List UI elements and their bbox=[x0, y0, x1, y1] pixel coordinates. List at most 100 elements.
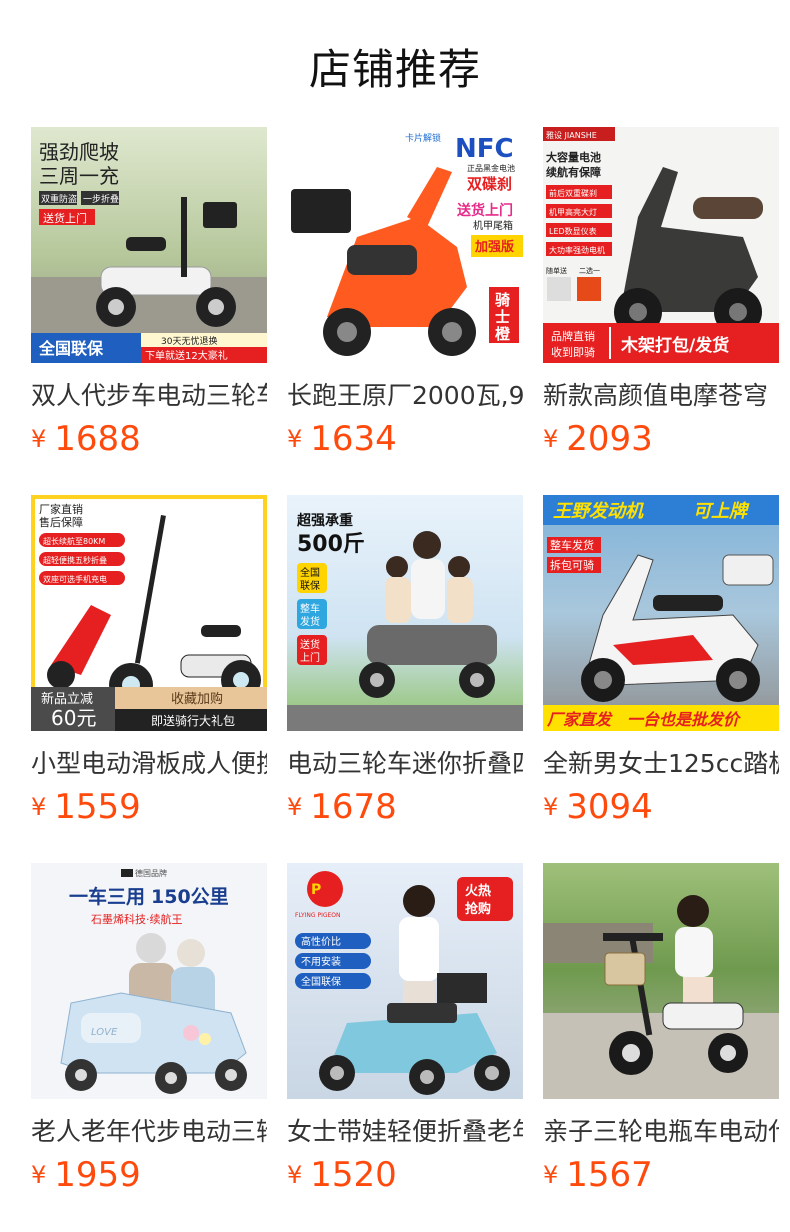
product-card[interactable]: 厂家直销 售后保障 超长续航至80KM 超轻便携五秒折叠 双座可选手机充电 新品… bbox=[31, 495, 267, 827]
svg-text:一台也是批发价: 一台也是批发价 bbox=[627, 710, 742, 729]
svg-text:不用安装: 不用安装 bbox=[301, 955, 341, 968]
product-card[interactable]: P FLYING PIGEON 火热 抢购 高性价比 不用安装 全国联保 女士带… bbox=[287, 863, 523, 1195]
svg-text:P: P bbox=[311, 882, 321, 898]
product-name[interactable]: 电动三轮车迷你折叠四 bbox=[287, 746, 523, 782]
currency-symbol: ¥ bbox=[287, 425, 303, 453]
svg-text:前后双重碟刹: 前后双重碟刹 bbox=[549, 188, 597, 198]
svg-text:150公里: 150公里 bbox=[151, 886, 229, 908]
price-value: 1559 bbox=[54, 787, 141, 827]
svg-text:全国: 全国 bbox=[300, 566, 320, 579]
currency-symbol: ¥ bbox=[287, 1161, 303, 1189]
product-image[interactable]: 厂家直销 售后保障 超长续航至80KM 超轻便携五秒折叠 双座可选手机充电 新品… bbox=[31, 495, 267, 731]
svg-text:加强版: 加强版 bbox=[474, 239, 514, 255]
svg-text:抢购: 抢购 bbox=[465, 901, 491, 917]
svg-text:一步折叠: 一步折叠 bbox=[83, 193, 119, 205]
svg-text:送货: 送货 bbox=[300, 638, 320, 651]
svg-text:NFC: NFC bbox=[455, 134, 514, 164]
svg-text:整车: 整车 bbox=[300, 602, 320, 615]
svg-text:整车发货: 整车发货 bbox=[550, 538, 594, 552]
currency-symbol: ¥ bbox=[543, 793, 559, 821]
svg-text:机甲尾箱: 机甲尾箱 bbox=[473, 219, 513, 232]
svg-text:FLYING PIGEON: FLYING PIGEON bbox=[295, 912, 341, 919]
svg-text:卡片解锁: 卡片解锁 bbox=[405, 132, 441, 144]
product-image[interactable]: P FLYING PIGEON 火热 抢购 高性价比 不用安装 全国联保 bbox=[287, 863, 523, 1099]
product-image[interactable]: 德国品牌 一车三用 150公里 石墨烯科技·续航王 LOVE bbox=[31, 863, 267, 1099]
svg-text:机甲高亮大灯: 机甲高亮大灯 bbox=[549, 207, 597, 217]
product-name[interactable]: 双人代步车电动三轮车 bbox=[31, 378, 267, 414]
product-photo-parent-child-tricycle bbox=[543, 863, 779, 1099]
currency-symbol: ¥ bbox=[31, 425, 47, 453]
svg-text:500斤: 500斤 bbox=[297, 532, 365, 557]
product-name[interactable]: 新款高颜值电摩苍穹 bbox=[543, 378, 779, 414]
currency-symbol: ¥ bbox=[287, 793, 303, 821]
svg-text:LOVE: LOVE bbox=[91, 1027, 118, 1038]
product-photo-orange-scooter: 卡片解锁 NFC 正品黑金电池 双碟刹 送货上门 机甲尾箱 加强版 骑 士 橙 bbox=[287, 127, 523, 363]
svg-text:全国联保: 全国联保 bbox=[301, 975, 341, 988]
svg-text:高性价比: 高性价比 bbox=[301, 935, 341, 948]
product-name[interactable]: 长跑王原厂2000瓦,96V bbox=[287, 378, 523, 414]
svg-text:一车三用: 一车三用 bbox=[69, 885, 145, 908]
product-price: ¥2093 bbox=[543, 416, 779, 462]
svg-text:上门: 上门 bbox=[300, 651, 320, 664]
svg-text:发货: 发货 bbox=[300, 615, 320, 628]
svg-text:三周一充: 三周一充 bbox=[39, 164, 119, 188]
svg-text:收藏加购: 收藏加购 bbox=[171, 691, 223, 707]
product-price: ¥1559 bbox=[31, 784, 267, 830]
price-value: 1520 bbox=[310, 1155, 397, 1195]
product-card[interactable]: 德国品牌 一车三用 150公里 石墨烯科技·续航王 LOVE 老人老年代步电动三… bbox=[31, 863, 267, 1195]
product-card[interactable]: 强劲爬坡 三周一充 双重防盗 一步折叠 送货上门 全国联保 30天无忧退换 下单… bbox=[31, 127, 267, 459]
product-price: ¥1520 bbox=[287, 1152, 523, 1198]
product-name[interactable]: 全新男女士125cc踏板 bbox=[543, 746, 779, 782]
svg-text:木架打包/发货: 木架打包/发货 bbox=[620, 335, 729, 356]
product-name[interactable]: 老人老年代步电动三轮 bbox=[31, 1114, 267, 1150]
product-price: ¥1688 bbox=[31, 416, 267, 462]
product-image[interactable]: 王野发动机 可上牌 整车发货 拆包可骑 厂家直发 一台也是批发价 bbox=[543, 495, 779, 731]
svg-text:厂家直发: 厂家直发 bbox=[546, 710, 613, 729]
svg-text:火热: 火热 bbox=[465, 883, 491, 899]
product-photo-women-tricycle: P FLYING PIGEON 火热 抢购 高性价比 不用安装 全国联保 bbox=[287, 863, 523, 1099]
price-value: 1678 bbox=[310, 787, 397, 827]
product-price: ¥1634 bbox=[287, 416, 523, 462]
product-name[interactable]: 女士带娃轻便折叠老年 bbox=[287, 1114, 523, 1150]
svg-text:收到即骑: 收到即骑 bbox=[551, 345, 595, 359]
product-card[interactable]: 雅设 JIANSHE 大容量电池 续航有保障 前后双重碟刹 机甲高亮大灯 LED… bbox=[543, 127, 779, 459]
svg-text:送货上门: 送货上门 bbox=[43, 211, 87, 225]
svg-text:30天无忧退换: 30天无忧退换 bbox=[161, 335, 217, 347]
svg-text:拆包可骑: 拆包可骑 bbox=[550, 558, 594, 572]
svg-text:雅设 JIANSHE: 雅设 JIANSHE bbox=[546, 130, 597, 140]
product-card[interactable]: 超强承重 500斤 全国 联保 整车 发货 送货 上门 电动三轮车迷你折叠四 ¥… bbox=[287, 495, 523, 827]
product-name[interactable]: 小型电动滑板成人便携 bbox=[31, 746, 267, 782]
svg-text:正品黑金电池: 正品黑金电池 bbox=[467, 163, 515, 173]
currency-symbol: ¥ bbox=[31, 1161, 47, 1189]
svg-text:送货上门: 送货上门 bbox=[456, 202, 513, 219]
product-card[interactable]: 卡片解锁 NFC 正品黑金电池 双碟刹 送货上门 机甲尾箱 加强版 骑 士 橙 bbox=[287, 127, 523, 459]
product-photo-folding-scooter: 厂家直销 售后保障 超长续航至80KM 超轻便携五秒折叠 双座可选手机充电 新品… bbox=[31, 495, 267, 731]
svg-text:即送骑行大礼包: 即送骑行大礼包 bbox=[151, 713, 235, 728]
product-image[interactable]: 强劲爬坡 三周一充 双重防盗 一步折叠 送货上门 全国联保 30天无忧退换 下单… bbox=[31, 127, 267, 363]
product-name[interactable]: 亲子三轮电瓶车电动代步 bbox=[543, 1114, 779, 1150]
svg-text:橙: 橙 bbox=[495, 325, 511, 343]
product-photo-family-tricycle: 超强承重 500斤 全国 联保 整车 发货 送货 上门 bbox=[287, 495, 523, 731]
product-image[interactable]: 卡片解锁 NFC 正品黑金电池 双碟刹 送货上门 机甲尾箱 加强版 骑 士 橙 bbox=[287, 127, 523, 363]
price-value: 2093 bbox=[566, 419, 653, 459]
product-price: ¥1567 bbox=[543, 1152, 779, 1198]
svg-text:品牌直销: 品牌直销 bbox=[551, 329, 595, 343]
product-image[interactable]: 超强承重 500斤 全国 联保 整车 发货 送货 上门 bbox=[287, 495, 523, 731]
svg-text:超强承重: 超强承重 bbox=[296, 512, 353, 529]
svg-text:全国联保: 全国联保 bbox=[38, 339, 104, 358]
svg-text:随单送: 随单送 bbox=[546, 266, 567, 275]
page-title: 店铺推荐 bbox=[308, 45, 481, 94]
product-price: ¥3094 bbox=[543, 784, 779, 830]
svg-text:超轻便携五秒折叠: 超轻便携五秒折叠 bbox=[43, 555, 107, 565]
product-image[interactable] bbox=[543, 863, 779, 1099]
svg-text:骑: 骑 bbox=[495, 291, 510, 309]
svg-text:双重防盗: 双重防盗 bbox=[41, 193, 77, 205]
product-image[interactable]: 雅设 JIANSHE 大容量电池 续航有保障 前后双重碟刹 机甲高亮大灯 LED… bbox=[543, 127, 779, 363]
currency-symbol: ¥ bbox=[31, 793, 47, 821]
currency-symbol: ¥ bbox=[543, 425, 559, 453]
svg-text:大容量电池: 大容量电池 bbox=[546, 150, 601, 164]
product-price: ¥1678 bbox=[287, 784, 523, 830]
product-card[interactable]: 王野发动机 可上牌 整车发货 拆包可骑 厂家直发 一台也是批发价 全新男女士12… bbox=[543, 495, 779, 827]
price-value: 1567 bbox=[566, 1155, 653, 1195]
product-card[interactable]: 亲子三轮电瓶车电动代步 ¥1567 bbox=[543, 863, 779, 1195]
